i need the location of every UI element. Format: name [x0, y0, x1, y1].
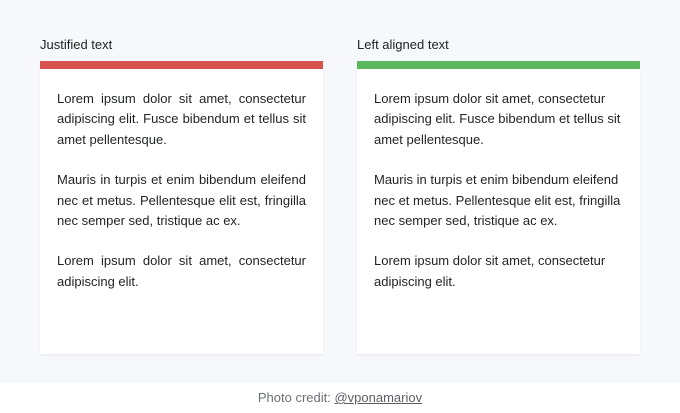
justified-column-title: Justified text: [40, 37, 113, 52]
justified-paragraph-2: Mauris in turpis et enim bibendum eleife…: [57, 172, 306, 229]
comparison-stage: Justified text Lorem ipsum dolor sit ame…: [0, 0, 680, 383]
photo-credit-label: Photo credit:: [257, 390, 335, 405]
left-aligned-text-card: Lorem ipsum dolor sit amet, consectetur …: [357, 69, 640, 354]
justified-column: Justified text Lorem ipsum dolor sit ame…: [40, 37, 323, 354]
left-aligned-column-title: Left aligned text: [357, 37, 449, 52]
justified-paragraph-1: Lorem ipsum dolor sit amet, consectetur …: [57, 91, 306, 147]
left-aligned-accent-bar: [357, 61, 640, 69]
justified-accent-bar: [40, 61, 323, 69]
left-aligned-paragraph-1: Lorem ipsum dolor sit amet, consectetur …: [374, 91, 621, 147]
photo-credit-footer: Photo credit: @vponamariov: [0, 383, 680, 413]
justified-paragraph-3: Lorem ipsum dolor sit amet, consectetur …: [57, 253, 306, 289]
left-aligned-paragraph-3: Lorem ipsum dolor sit amet, consectetur …: [374, 253, 606, 289]
justified-text-card: Lorem ipsum dolor sit amet, consectetur …: [40, 69, 323, 354]
photo-credit-link[interactable]: @vponamariov: [334, 390, 422, 405]
left-aligned-paragraph-2: Mauris in turpis et enim bibendum eleife…: [374, 172, 621, 229]
left-aligned-column: Left aligned text Lorem ipsum dolor sit …: [357, 37, 640, 354]
